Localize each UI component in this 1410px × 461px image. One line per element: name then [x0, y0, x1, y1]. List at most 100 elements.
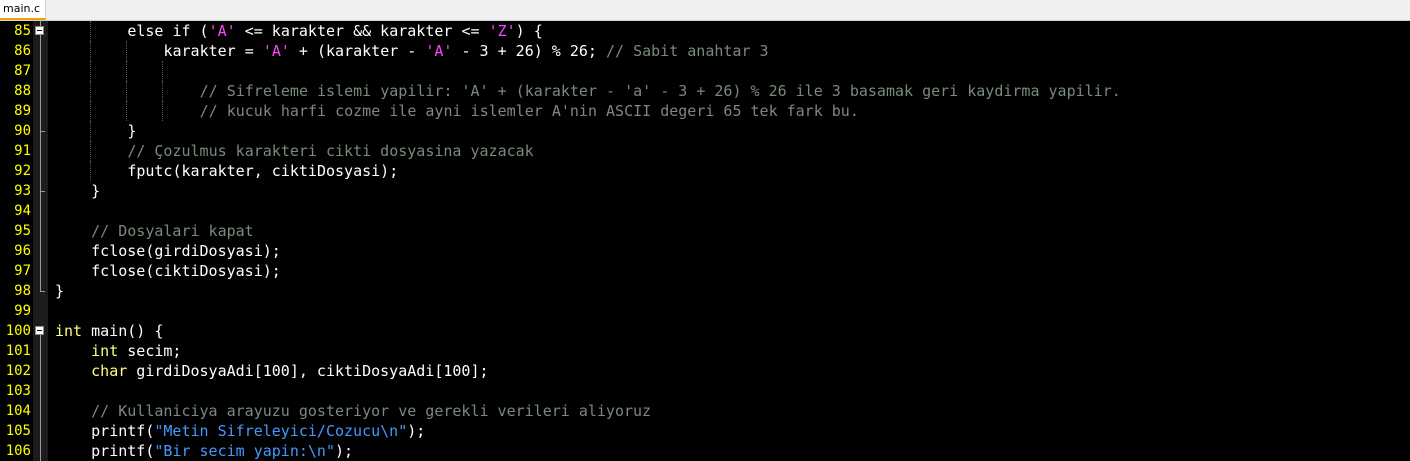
code-token: } [127, 122, 137, 140]
code-text: printf("Metin Sifreleyici/Cozucu\n"); [91, 421, 425, 441]
code-token: 'A' [208, 22, 236, 40]
code-line[interactable]: 95 // Dosyalari kapat [0, 221, 1410, 241]
code-token: // Dosyalari kapat [91, 222, 254, 240]
code-text: // Dosyalari kapat [91, 221, 254, 241]
code-text: } [127, 121, 136, 141]
line-number: 101 [5, 343, 31, 359]
line-number: 94 [14, 203, 31, 219]
indent-guide [126, 61, 128, 81]
line-number: 93 [14, 183, 31, 199]
code-line[interactable]: 99 [0, 301, 1410, 321]
tab-bar: main.c [0, 0, 1410, 21]
code-line[interactable]: 89 // kucuk harfi cozme ile ayni islemler… [0, 101, 1410, 121]
code-line[interactable]: 102 char girdiDosyaAdi[100], ciktiDosyaAd… [0, 361, 1410, 381]
code-line[interactable]: 103 [0, 381, 1410, 401]
code-token: karakter = [163, 42, 263, 60]
fold-toggle-icon[interactable] [35, 326, 44, 335]
code-line[interactable]: 100 int main() { [0, 321, 1410, 341]
line-number: 88 [14, 83, 31, 99]
code-text: // Sifreleme islemi yapilir: 'A' + (kara… [200, 81, 1121, 101]
code-line[interactable]: 85 else if ('A' <= karakter && karakter <… [0, 21, 1410, 41]
indent-guide [126, 81, 128, 101]
code-token: } [91, 182, 101, 200]
code-token: ); [335, 442, 354, 460]
code-editor[interactable]: 85 else if ('A' <= karakter && karakter <… [0, 21, 1410, 461]
code-token: main() { [82, 322, 164, 340]
indent-guide [90, 141, 92, 161]
code-line[interactable]: 105 printf("Metin Sifreleyici/Cozucu\n"); [0, 421, 1410, 441]
code-token: fputc(karakter, ciktiDosyasi); [127, 162, 399, 180]
code-token: ); [407, 422, 426, 440]
code-line[interactable]: 92 fputc(karakter, ciktiDosyasi); [0, 161, 1410, 181]
code-line[interactable]: 106 printf("Bir secim yapin:\n"); [0, 441, 1410, 461]
code-token: fclose(girdiDosyasi); [91, 242, 281, 260]
line-number: 103 [5, 383, 31, 399]
code-line[interactable]: 104 // Kullaniciya arayuzu gosteriyor ve … [0, 401, 1410, 421]
fold-line [40, 335, 41, 461]
indent-guide [126, 101, 128, 121]
code-text: fclose(girdiDosyasi); [91, 241, 281, 261]
indent-guide [162, 101, 164, 121]
fold-toggle-icon[interactable] [35, 26, 44, 35]
code-token: printf( [91, 422, 155, 440]
code-line[interactable]: 97 fclose(ciktiDosyasi); [0, 261, 1410, 281]
line-number: 104 [5, 403, 31, 419]
code-text: fputc(karakter, ciktiDosyasi); [127, 161, 398, 181]
code-line[interactable]: 91 // Çozulmus karakteri cikti dosyasina … [0, 141, 1410, 161]
code-text: } [91, 181, 100, 201]
line-number: 98 [14, 283, 31, 299]
code-token: "Metin Sifreleyici/Cozucu\n" [154, 422, 408, 440]
indent-guide [90, 41, 92, 61]
code-text: char girdiDosyaAdi[100], ciktiDosyaAdi[1… [91, 361, 488, 381]
code-text: else if ('A' <= karakter && karakter <= … [127, 21, 542, 41]
code-line[interactable]: 98} [0, 281, 1410, 301]
fold-end-marker [40, 131, 45, 132]
line-number: 106 [5, 443, 31, 459]
code-token: 'A' [425, 42, 453, 60]
code-line[interactable]: 86 karakter = 'A' + (karakter - 'A' - 3 +… [0, 41, 1410, 61]
code-text: fclose(ciktiDosyasi); [91, 261, 281, 281]
code-token: girdiDosyaAdi[100], ciktiDosyaAdi[100]; [127, 362, 489, 380]
code-token: // Sabit anahtar 3 [606, 42, 769, 60]
code-token: // Sifreleme islemi yapilir: 'A' + (kara… [199, 82, 1121, 100]
code-text: // kucuk harfi cozme ile ayni islemler A… [200, 101, 859, 121]
code-text: } [55, 281, 64, 301]
tab-main-c[interactable]: main.c [0, 0, 46, 20]
code-token: ) { [515, 22, 543, 40]
code-token: int [55, 322, 83, 340]
code-line[interactable]: 93} [0, 181, 1410, 201]
code-line[interactable]: 96 fclose(girdiDosyasi); [0, 241, 1410, 261]
code-line[interactable]: 94 [0, 201, 1410, 221]
indent-guide [90, 21, 92, 41]
line-number: 102 [5, 363, 31, 379]
line-number: 100 [5, 323, 31, 339]
code-token: 'A' [262, 42, 290, 60]
code-line[interactable]: 90} [0, 121, 1410, 141]
indent-guide [90, 161, 92, 181]
line-number: 89 [14, 103, 31, 119]
indent-guide [162, 61, 164, 81]
code-token: fclose(ciktiDosyasi); [91, 262, 281, 280]
line-number: 87 [14, 63, 31, 79]
code-text: printf("Bir secim yapin:\n"); [91, 441, 353, 461]
code-token: <= karakter && karakter <= [235, 22, 489, 40]
code-text: int secim; [91, 341, 181, 361]
code-token: // Kullaniciya arayuzu gosteriyor ve ger… [91, 402, 652, 420]
line-number: 95 [14, 223, 31, 239]
indent-guide [90, 81, 92, 101]
code-line[interactable]: 88 // Sifreleme islemi yapilir: 'A' + (ka… [0, 81, 1410, 101]
code-token: + (karakter - [289, 42, 426, 60]
line-number: 96 [14, 243, 31, 259]
code-token: // kucuk harfi cozme ile ayni islemler A… [199, 102, 859, 120]
code-text: int main() { [55, 321, 163, 341]
code-text: karakter = 'A' + (karakter - 'A' - 3 + 2… [163, 41, 768, 61]
code-line[interactable]: 101 int secim; [0, 341, 1410, 361]
indent-guide [90, 61, 92, 81]
code-token: printf( [91, 442, 155, 460]
code-token: "Bir secim yapin:\n" [154, 442, 335, 460]
line-number: 86 [14, 43, 31, 59]
indent-guide [90, 101, 92, 121]
code-text: // Kullaniciya arayuzu gosteriyor ve ger… [91, 401, 651, 421]
code-token: secim; [118, 342, 182, 360]
code-line[interactable]: 87 [0, 61, 1410, 81]
